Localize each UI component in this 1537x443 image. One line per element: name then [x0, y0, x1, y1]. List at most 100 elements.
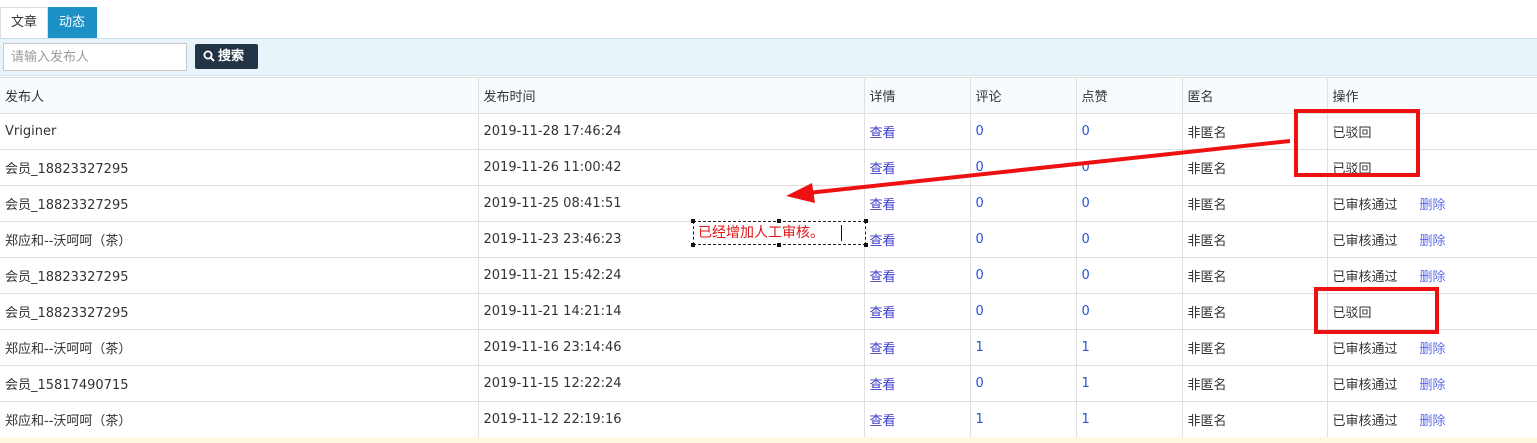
view-detail-link[interactable]: 查看 — [870, 198, 896, 213]
likes-count[interactable]: 0 — [1082, 160, 1090, 175]
status-text: 已审核通过 — [1332, 234, 1398, 249]
header-detail: 详情 — [864, 77, 971, 114]
cell-anonymous: 非匿名 — [1182, 329, 1328, 366]
annotation-note-text: 已经增加人工审核。 — [698, 225, 824, 241]
delete-link[interactable]: 删除 — [1420, 378, 1446, 393]
cell-comments: 0 — [970, 293, 1077, 330]
tab-bar: 文章 动态 — [0, 0, 1537, 38]
delete-link[interactable]: 删除 — [1420, 270, 1446, 285]
cell-comments: 0 — [970, 221, 1077, 258]
cell-comments: 1 — [970, 329, 1077, 366]
table-row: 会员_18823327295 2019-11-25 08:41:51 查看 0 0 非匿名… — [0, 185, 1537, 222]
table-row: 郑应和--沃呵呵（茶） 2019-11-16 23:14:46 查看 1 1 非匿名 已审核… — [0, 329, 1537, 366]
status-text: 已审核通过 — [1332, 342, 1398, 357]
cell-likes: 0 — [1076, 221, 1183, 258]
text-cursor — [841, 225, 842, 241]
comments-count[interactable]: 0 — [976, 304, 984, 319]
view-detail-link[interactable]: 查看 — [870, 270, 896, 285]
cell-actions: 已审核通过 删除 — [1327, 185, 1537, 222]
status-text: 已审核通过 — [1332, 198, 1398, 213]
likes-count[interactable]: 1 — [1082, 412, 1090, 427]
cell-time: 2019-11-21 15:42:24 — [478, 257, 865, 294]
publisher-search-input[interactable] — [3, 43, 187, 71]
cell-anonymous: 非匿名 — [1182, 401, 1328, 438]
cell-anonymous: 非匿名 — [1182, 365, 1328, 402]
view-detail-link[interactable]: 查看 — [870, 414, 896, 429]
cell-anonymous: 非匿名 — [1182, 293, 1328, 330]
cell-actions: 已审核通过 删除 — [1327, 401, 1537, 438]
delete-link[interactable]: 删除 — [1420, 342, 1446, 357]
cell-actions: 已审核通过 删除 — [1327, 329, 1537, 366]
cell-publisher: 会员_18823327295 — [0, 257, 479, 294]
likes-count[interactable]: 0 — [1082, 268, 1090, 283]
search-button-label: 搜索 — [218, 49, 245, 64]
cell-actions: 已审核通过 删除 — [1327, 365, 1537, 402]
comments-count[interactable]: 1 — [976, 340, 984, 355]
cell-publisher: 会员_18823327295 — [0, 185, 479, 222]
likes-count[interactable]: 0 — [1082, 196, 1090, 211]
view-detail-link[interactable]: 查看 — [870, 378, 896, 393]
status-text: 已审核通过 — [1332, 378, 1398, 393]
comments-count[interactable]: 0 — [976, 124, 984, 139]
likes-count[interactable]: 0 — [1082, 304, 1090, 319]
comments-count[interactable]: 0 — [976, 232, 984, 247]
view-detail-link[interactable]: 查看 — [870, 126, 896, 141]
cell-time: 2019-11-25 08:41:51 — [478, 185, 865, 222]
delete-link[interactable]: 删除 — [1420, 234, 1446, 249]
cell-publisher: 郑应和--沃呵呵（茶） — [0, 329, 479, 366]
likes-count[interactable]: 0 — [1082, 232, 1090, 247]
comments-count[interactable]: 0 — [976, 196, 984, 211]
cell-detail: 查看 — [864, 221, 971, 258]
table-row: 会员_15817490715 2019-11-15 12:22:24 查看 0 1 非匿名… — [0, 365, 1537, 402]
cell-time: 2019-11-15 12:22:24 — [478, 365, 865, 402]
view-detail-link[interactable]: 查看 — [870, 162, 896, 177]
cell-publisher: 郑应和--沃呵呵（茶） — [0, 401, 479, 438]
view-detail-link[interactable]: 查看 — [870, 306, 896, 321]
table-row: 郑应和--沃呵呵（茶） 2019-11-12 22:19:16 查看 1 1 非匿名 已审核… — [0, 401, 1537, 438]
cell-detail: 查看 — [864, 293, 971, 330]
comments-count[interactable]: 0 — [976, 160, 984, 175]
cell-anonymous: 非匿名 — [1182, 257, 1328, 294]
cell-likes: 0 — [1076, 113, 1183, 150]
header-likes: 点赞 — [1076, 77, 1183, 114]
likes-count[interactable]: 0 — [1082, 124, 1090, 139]
next-row-strip — [0, 437, 1537, 443]
search-button[interactable]: 搜索 — [195, 44, 258, 69]
cell-publisher: 会员_15817490715 — [0, 365, 479, 402]
cell-detail: 查看 — [864, 329, 971, 366]
highlight-box-rejected-top — [1294, 109, 1420, 177]
likes-count[interactable]: 1 — [1082, 376, 1090, 391]
cell-publisher: 会员_18823327295 — [0, 149, 479, 186]
comments-count[interactable]: 0 — [976, 376, 984, 391]
view-detail-link[interactable]: 查看 — [870, 342, 896, 357]
table-row: 会员_18823327295 2019-11-21 15:42:24 查看 0 0 非匿名… — [0, 257, 1537, 294]
view-detail-link[interactable]: 查看 — [870, 234, 896, 249]
comments-count[interactable]: 0 — [976, 268, 984, 283]
tab-moments[interactable]: 动态 — [48, 7, 97, 38]
cell-time: 2019-11-28 17:46:24 — [478, 113, 865, 150]
delete-link[interactable]: 删除 — [1420, 198, 1446, 213]
cell-time: 2019-11-21 14:21:14 — [478, 293, 865, 330]
cell-likes: 0 — [1076, 293, 1183, 330]
cell-likes: 1 — [1076, 329, 1183, 366]
table-row: 会员_18823327295 2019-11-21 14:21:14 查看 0 0 非匿名… — [0, 293, 1537, 330]
cell-comments: 0 — [970, 149, 1077, 186]
cell-comments: 0 — [970, 185, 1077, 222]
comments-count[interactable]: 1 — [976, 412, 984, 427]
cell-publisher: 会员_18823327295 — [0, 293, 479, 330]
header-publisher: 发布人 — [0, 77, 479, 114]
search-icon — [203, 50, 215, 62]
cell-anonymous: 非匿名 — [1182, 221, 1328, 258]
tab-articles[interactable]: 文章 — [0, 7, 48, 38]
cell-actions: 已审核通过 删除 — [1327, 221, 1537, 258]
cell-time: 2019-11-12 22:19:16 — [478, 401, 865, 438]
cell-detail: 查看 — [864, 185, 971, 222]
delete-link[interactable]: 删除 — [1420, 414, 1446, 429]
cell-anonymous: 非匿名 — [1182, 185, 1328, 222]
likes-count[interactable]: 1 — [1082, 340, 1090, 355]
cell-detail: 查看 — [864, 401, 971, 438]
cell-comments: 1 — [970, 401, 1077, 438]
cell-publisher: 郑应和--沃呵呵（茶） — [0, 221, 479, 258]
status-text: 已审核通过 — [1332, 414, 1398, 429]
cell-likes: 1 — [1076, 365, 1183, 402]
